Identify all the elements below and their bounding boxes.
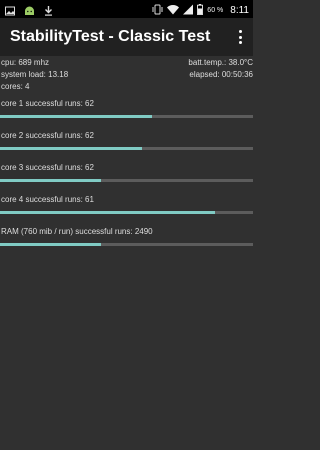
more-vert-icon[interactable] — [235, 28, 245, 46]
battery-percent: 60 % — [207, 7, 224, 14]
battery-temperature: batt.temp.: 38.0°C — [188, 58, 253, 67]
app-title: StabilityTest - Classic Test — [10, 28, 211, 45]
core-count: cores: 4 — [1, 82, 30, 91]
core-4-progress-fill — [0, 211, 216, 214]
cpu-frequency: cpu: 689 mhz — [1, 58, 50, 67]
core-2-progress — [0, 147, 253, 150]
core-1-progress-fill — [0, 115, 152, 118]
core-3-label: core 3 successful runs: 62 — [1, 163, 94, 172]
ram-test-progress — [0, 243, 253, 246]
ram-test-label: RAM (760 mib / run) successful runs: 249… — [1, 227, 153, 236]
elapsed-time: elapsed: 00:50:36 — [189, 70, 253, 79]
core-1-progress — [0, 115, 253, 118]
core-3-progress — [0, 179, 253, 182]
status-bar: 60 % 8:11 — [0, 0, 253, 18]
core-4-progress — [0, 211, 253, 214]
core-4-label: core 4 successful runs: 61 — [1, 195, 94, 204]
core-2-progress-fill — [0, 147, 142, 150]
clock: 8:11 — [230, 5, 249, 16]
core-1-label: core 1 successful runs: 62 — [1, 99, 94, 108]
core-3-progress-fill — [0, 179, 102, 182]
app-bar: StabilityTest - Classic Test — [0, 18, 253, 56]
core-2-label: core 2 successful runs: 62 — [1, 131, 94, 140]
system-load: system load: 13.18 — [1, 70, 69, 79]
ram-test-progress-fill — [0, 243, 102, 246]
